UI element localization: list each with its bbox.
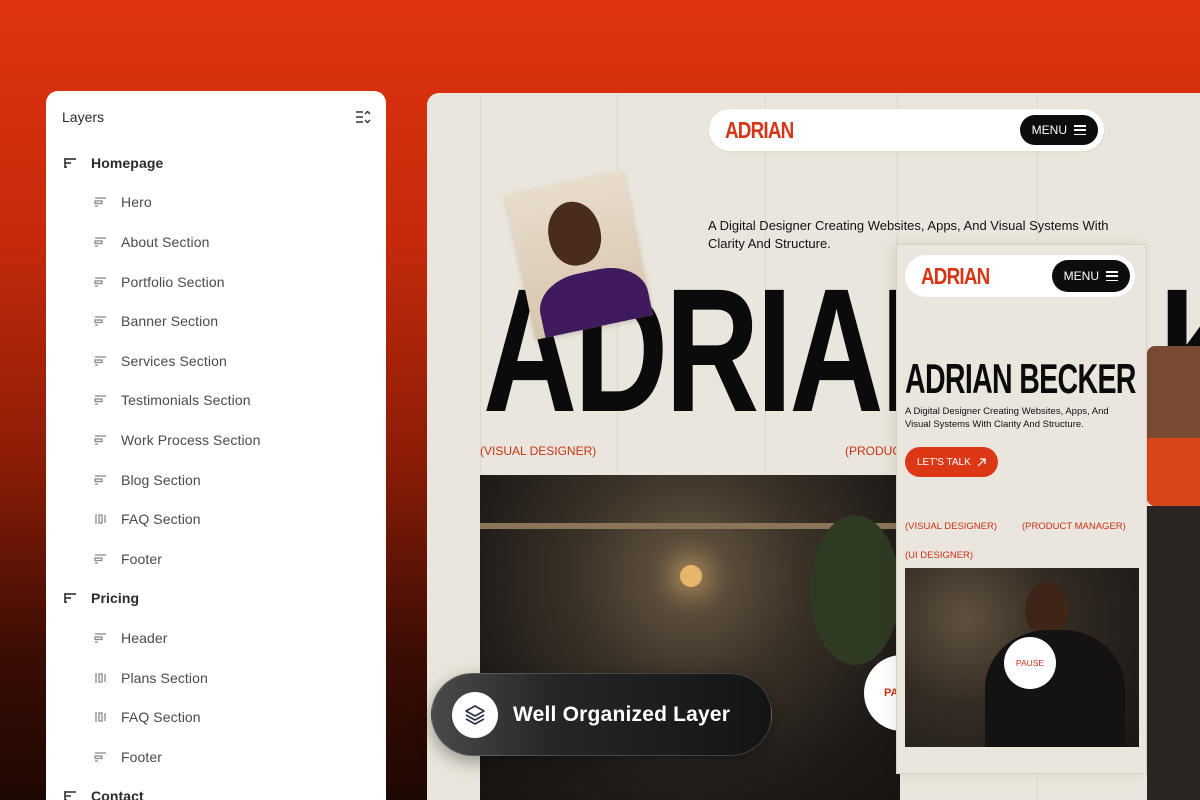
layer-label: Banner Section bbox=[121, 313, 219, 330]
layer-item-faq-section[interactable]: FAQ Section bbox=[46, 697, 386, 737]
layer-label: Blog Section bbox=[121, 471, 201, 488]
arrow-up-right-icon bbox=[977, 457, 986, 466]
mobile-navbar: ADRIAN MENU bbox=[905, 255, 1135, 297]
edge-shirt bbox=[1147, 438, 1200, 506]
layer-item-services-section[interactable]: Services Section bbox=[46, 341, 386, 381]
layer-list: Homepage Hero About Section Portfolio Secti… bbox=[46, 143, 386, 800]
columns-icon bbox=[94, 710, 108, 724]
layer-item-footer[interactable]: Footer bbox=[46, 737, 386, 777]
portrait-head bbox=[542, 196, 607, 271]
layer-label: Homepage bbox=[91, 154, 164, 171]
mobile-hero-title: ADRIAN BECKER bbox=[905, 355, 1136, 402]
layers-icon bbox=[452, 691, 498, 738]
layer-label: FAQ Section bbox=[121, 709, 201, 726]
brand-logo[interactable]: ADRIAN bbox=[725, 117, 794, 144]
section-icon bbox=[94, 433, 108, 447]
section-icon bbox=[94, 473, 108, 487]
edge-preview-dark bbox=[1147, 506, 1200, 800]
mobile-role-visual-designer: (VISUAL DESIGNER) bbox=[905, 521, 998, 532]
layer-label: Hero bbox=[121, 194, 152, 211]
mobile-brand-logo[interactable]: ADRIAN bbox=[921, 263, 990, 290]
layer-label: Footer bbox=[121, 550, 163, 567]
frame-icon bbox=[64, 591, 78, 605]
layer-item-header[interactable]: Header bbox=[46, 618, 386, 658]
mobile-menu-button[interactable]: MENU bbox=[1051, 260, 1130, 292]
layers-panel: Layers Homepage Hero About Section Portfoli… bbox=[46, 91, 386, 800]
layer-label: FAQ Section bbox=[121, 511, 201, 528]
section-icon bbox=[94, 354, 108, 368]
mobile-role-ui-designer: (UI DESIGNER) bbox=[905, 550, 974, 561]
lets-talk-button[interactable]: LET'S TALK bbox=[905, 447, 998, 477]
person-body bbox=[985, 630, 1125, 747]
section-icon bbox=[94, 195, 108, 209]
layer-page-homepage[interactable]: Homepage bbox=[46, 143, 386, 183]
section-icon bbox=[94, 314, 108, 328]
frame-icon bbox=[64, 789, 78, 800]
layer-label: Work Process Section bbox=[121, 431, 261, 448]
layer-label: Header bbox=[121, 629, 168, 646]
layer-label: Portfolio Section bbox=[121, 273, 225, 290]
mobile-hero-photo: PAUSE bbox=[905, 568, 1139, 747]
columns-icon bbox=[94, 512, 108, 526]
mobile-menu-label: MENU bbox=[1063, 269, 1099, 283]
mobile-preview: ADRIAN MENU ADRIAN BECKER A Digital Desi… bbox=[896, 244, 1147, 774]
plant bbox=[810, 515, 900, 665]
section-icon bbox=[94, 552, 108, 566]
layer-label: Testimonials Section bbox=[121, 392, 251, 409]
layer-label: Footer bbox=[121, 748, 163, 765]
layer-item-banner-section[interactable]: Banner Section bbox=[46, 301, 386, 341]
layer-label: Services Section bbox=[121, 352, 227, 369]
layers-header: Layers bbox=[46, 91, 386, 143]
layer-label: Plans Section bbox=[121, 669, 208, 686]
layers-title: Layers bbox=[62, 109, 105, 125]
role-visual-designer: (VISUAL DESIGNER) bbox=[480, 444, 597, 458]
layer-item-footer[interactable]: Footer bbox=[46, 539, 386, 579]
layer-label: Contact bbox=[91, 788, 144, 800]
layer-item-work-process-section[interactable]: Work Process Section bbox=[46, 420, 386, 460]
section-icon bbox=[94, 750, 108, 764]
mobile-hero-subtitle: A Digital Designer Creating Websites, Ap… bbox=[905, 406, 1109, 430]
mobile-pause-button[interactable]: PAUSE bbox=[1004, 637, 1056, 689]
frame-icon bbox=[64, 156, 78, 170]
edge-preview-photo bbox=[1147, 346, 1200, 506]
lamp bbox=[680, 565, 702, 587]
hamburger-icon bbox=[1106, 271, 1118, 281]
badge-label: Well Organized Layer bbox=[513, 702, 731, 726]
section-icon bbox=[94, 631, 108, 645]
columns-icon bbox=[94, 671, 108, 685]
collapse-all-icon[interactable] bbox=[354, 108, 372, 126]
layer-item-plans-section[interactable]: Plans Section bbox=[46, 658, 386, 698]
mobile-role-product-manager: (PRODUCT MANAGER) bbox=[1022, 521, 1126, 532]
layer-label: Pricing bbox=[91, 590, 140, 607]
lets-talk-label: LET'S TALK bbox=[917, 456, 971, 468]
layer-item-testimonials-section[interactable]: Testimonials Section bbox=[46, 381, 386, 421]
layer-page-contact[interactable]: Contact bbox=[46, 777, 386, 800]
section-icon bbox=[94, 275, 108, 289]
menu-button[interactable]: MENU bbox=[1019, 115, 1098, 145]
section-icon bbox=[94, 393, 108, 407]
section-icon bbox=[94, 235, 108, 249]
layer-label: About Section bbox=[121, 233, 210, 250]
layer-item-faq-section[interactable]: FAQ Section bbox=[46, 499, 386, 539]
layer-item-portfolio-section[interactable]: Portfolio Section bbox=[46, 262, 386, 302]
layer-page-pricing[interactable]: Pricing bbox=[46, 579, 386, 619]
layer-item-hero[interactable]: Hero bbox=[46, 183, 386, 223]
hamburger-icon bbox=[1074, 125, 1086, 135]
layer-item-about-section[interactable]: About Section bbox=[46, 222, 386, 262]
role-product: (PRODUC bbox=[845, 444, 901, 458]
feature-badge: Well Organized Layer bbox=[431, 673, 772, 756]
menu-label: MENU bbox=[1031, 123, 1067, 137]
layer-item-blog-section[interactable]: Blog Section bbox=[46, 460, 386, 500]
desktop-navbar: ADRIAN MENU bbox=[709, 109, 1104, 151]
